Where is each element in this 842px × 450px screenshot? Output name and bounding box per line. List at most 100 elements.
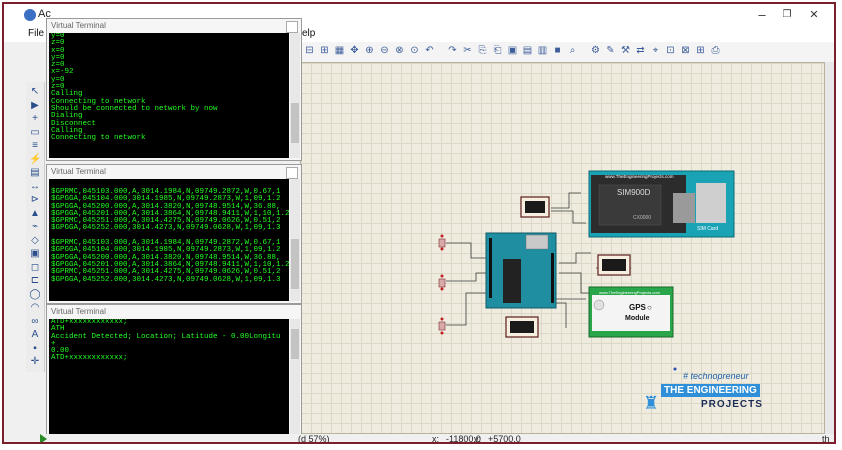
terminal-2-title: Virtual Terminal (51, 167, 106, 176)
generator-tool-icon[interactable]: ▲ (29, 208, 41, 220)
tape-tool-icon[interactable]: ◇ (29, 235, 41, 247)
zoom-in-icon[interactable]: ⊖ (379, 45, 390, 56)
line-tool-icon[interactable]: ⊏ (29, 275, 41, 287)
symbol-tool-icon[interactable]: ▪ (29, 343, 41, 355)
terminal-2-scrollbar[interactable] (290, 179, 300, 301)
terminal-line: $GPGGA,045252.000,3014.4273,N,09749.0628… (51, 275, 281, 284)
terminal-line: Should be connected to network by now (51, 104, 218, 113)
watermark-line2: PROJECTS (701, 399, 763, 410)
gps-status-icon: ○ (647, 303, 652, 312)
virtual-terminal-2[interactable]: Virtual Terminal $GPRMC,045103.000,A,301… (46, 164, 302, 304)
terminal-1-scrollbar[interactable] (290, 33, 300, 158)
copy-icon[interactable]: ⊞ (319, 45, 330, 56)
select-tool-icon[interactable]: ↖ (29, 86, 41, 98)
menu-file[interactable]: File (28, 28, 44, 39)
probe-tool-icon[interactable]: ⌁ (29, 221, 41, 233)
path-tool-icon[interactable]: ∞ (29, 316, 41, 328)
sim-module-name: SIM900D (617, 188, 651, 197)
cut-icon[interactable]: ⊟ (304, 45, 315, 56)
terminal-tool-icon[interactable]: ↔ (29, 181, 41, 193)
zoom-fit-icon[interactable]: ↶ (424, 45, 435, 56)
netlist-icon[interactable]: ⎙ (710, 45, 721, 56)
gps-site-label: www.TheEngineeringProjects.com (599, 290, 660, 295)
decompose-icon[interactable]: ⚒ (620, 45, 631, 56)
terminal-3-title: Virtual Terminal (51, 307, 106, 316)
watermark-logo: ♜ # technopreneur THE ENGINEERING PROJEC… (631, 371, 801, 431)
zoom-status: (d 57%) (298, 434, 330, 444)
zoom-area-icon[interactable]: ⊙ (409, 45, 420, 56)
x-coord-label: x: (432, 434, 440, 444)
close-button[interactable]: ✕ (801, 6, 827, 24)
block-copy-icon[interactable]: ▣ (507, 45, 518, 56)
block-rotate-icon[interactable]: ▥ (537, 45, 548, 56)
watermark-tag: # technopreneur (683, 371, 749, 381)
terminal-line: x=-92 (51, 68, 74, 77)
package-icon[interactable]: ✎ (605, 45, 616, 56)
terminal-3-output: ATD+xxxxxxxxxxxx; ATH Accident Detected; L… (49, 319, 289, 441)
bus-tool-icon[interactable]: ⚡ (29, 154, 41, 166)
redo-icon[interactable]: ✂ (462, 45, 473, 56)
arc-tool-icon[interactable]: ◠ (29, 302, 41, 314)
terminal-line: z=0 (51, 39, 65, 48)
virtual-terminal-1[interactable]: Virtual Terminal y=0 z=0 x=0 y=0 z=0 x=-92 y=0… (46, 18, 302, 161)
restore-button[interactable]: ❐ (774, 6, 800, 24)
remove-sheet-icon[interactable]: ⊞ (695, 45, 706, 56)
box-tool-icon[interactable]: ◻ (29, 262, 41, 274)
port-tool-icon[interactable]: ⊳ (29, 194, 41, 206)
new-sheet-icon[interactable]: ⊠ (680, 45, 691, 56)
wire-autorouter-icon[interactable]: ⇄ (635, 45, 646, 56)
schematic-canvas[interactable]: www.TheEngineeringProjects.com SIM900D C… (300, 62, 825, 434)
terminal-1-close-button[interactable] (286, 21, 298, 33)
terminal-line: + (51, 339, 56, 348)
terminal-line: x=0 (51, 46, 65, 55)
app-icon (24, 9, 36, 21)
virtual-terminal-3[interactable]: Virtual Terminal ATD+xxxxxxxxxxxx; ATH Acc… (46, 304, 302, 442)
play-icon[interactable] (40, 434, 47, 442)
toolbar: ⊟ ⊞ ▦ ✥ ⊕ ⊖ ⊗ ⊙ ↶ ↷ ✂ ⎘ ⎗ ▣ ▤ ▥ ■ ⌕ ⚙ ✎ ⚒ ⇄ ⌖ ⊡ ⊠ ⊞ ⎙ (300, 42, 834, 63)
component-tool-icon[interactable]: ▶ (29, 100, 41, 112)
terminal-line: ATD+xxxxxxxxxxxx; (51, 319, 128, 326)
terminal-1-title: Virtual Terminal (51, 21, 106, 30)
paste-icon[interactable]: ▦ (334, 45, 345, 56)
watermark-line1: THE ENGINEERING (661, 384, 760, 397)
y-coord-value: +5700.0 (488, 434, 521, 444)
app-window: Ac – ❐ ✕ File elp ⊟ ⊞ ▦ ✥ ⊕ ⊖ ⊗ ⊙ ↶ ↷ ✂ ⎘ ⎗ ▣ ▤ ▥ ■ ⌕ ⚙ ✎ ⚒ ⇄… (2, 2, 836, 444)
minimize-button[interactable]: – (749, 6, 775, 24)
pick-icon[interactable]: ⌕ (567, 45, 578, 56)
label-tool-icon[interactable]: ▭ (29, 127, 41, 139)
sim-chip-label: CX0000 (633, 215, 652, 221)
terminal-line: z=0 (51, 83, 65, 92)
make-device-icon[interactable]: ⚙ (590, 45, 601, 56)
terminal-2-close-button[interactable] (286, 167, 298, 179)
undo-icon[interactable]: ↷ (447, 45, 458, 56)
grid-icon[interactable]: ✥ (349, 45, 360, 56)
sim-site-label: www.TheEngineeringProjects.com (605, 174, 674, 179)
subcircuit-tool-icon[interactable]: ▤ (29, 167, 41, 179)
circle-tool-icon[interactable]: ◯ (29, 289, 41, 301)
status-right-text: th (822, 434, 830, 444)
block-move-icon[interactable]: ▤ (522, 45, 533, 56)
terminal-line: y=0 (51, 75, 65, 84)
cut2-icon[interactable]: ⎘ (477, 45, 488, 56)
junction-tool-icon[interactable]: + (29, 113, 41, 125)
sim-card-label: SIM Card (697, 226, 719, 232)
zoom-out-icon[interactable]: ⊗ (394, 45, 405, 56)
canvas-vertical-scrollbar[interactable] (825, 62, 834, 434)
terminal-line: Disconnect (51, 119, 97, 128)
terminal-line: ATD+xxxxxxxxxxxx; (51, 354, 128, 363)
copy2-icon[interactable]: ⎗ (492, 45, 503, 56)
property-icon[interactable]: ⊡ (665, 45, 676, 56)
terminal-line: Connecting to network (51, 134, 146, 143)
graph-tool-icon[interactable]: ▣ (29, 248, 41, 260)
block-delete-icon[interactable]: ■ (552, 45, 563, 56)
terminal-line: y=0 (51, 33, 65, 40)
marker-tool-icon[interactable]: ✛ (29, 356, 41, 368)
menu-help[interactable]: elp (302, 28, 315, 39)
pan-icon[interactable]: ⊕ (364, 45, 375, 56)
robot-icon: ♜ (643, 393, 660, 413)
text-script-tool-icon[interactable]: ≡ (29, 140, 41, 152)
gps-name-line2: Module (625, 315, 650, 322)
search-icon[interactable]: ⌖ (650, 45, 661, 56)
terminal-3-scrollbar[interactable] (290, 319, 300, 441)
text-tool-icon[interactable]: A (29, 329, 41, 341)
